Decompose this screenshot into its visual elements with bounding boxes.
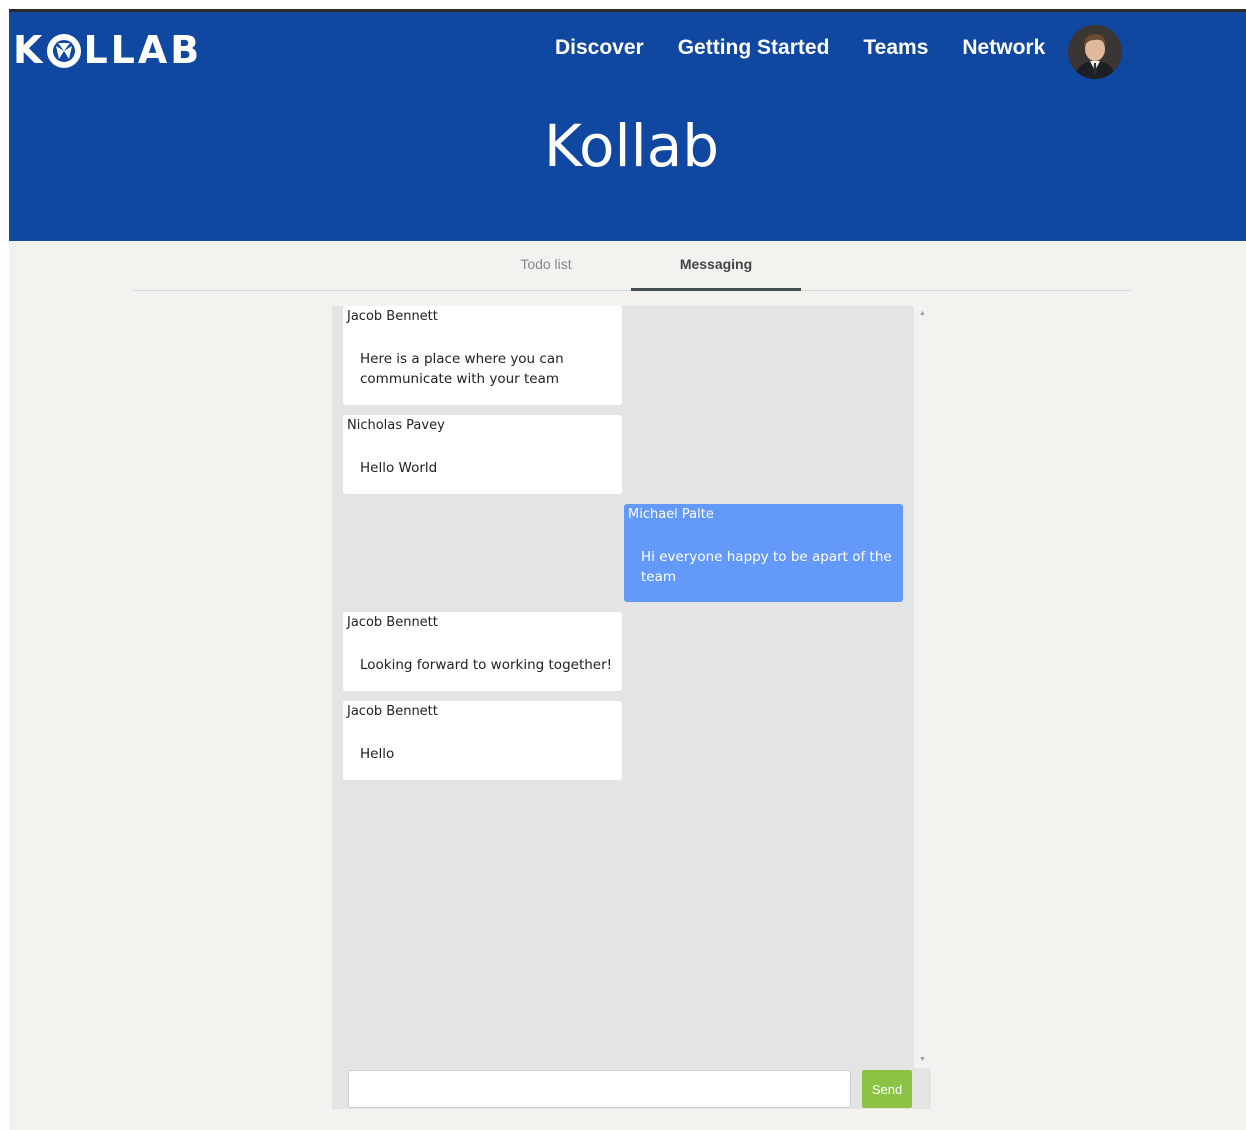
tab-messaging[interactable]: Messaging	[631, 241, 801, 291]
message-composer: Send	[332, 1068, 931, 1109]
message-scrollbar[interactable]: ▲ ▼	[914, 306, 931, 1068]
tab-bar: Todo list Messaging	[133, 241, 1131, 291]
message-sender: Michael Palte	[628, 507, 714, 522]
message-sender: Nicholas Pavey	[347, 418, 445, 433]
message-text: Here is a place where you can communicat…	[360, 351, 564, 387]
message-sender: Jacob Bennett	[347, 615, 438, 630]
message-item-own: Michael Palte Hi everyone happy to be ap…	[624, 504, 903, 602]
logo-text-left: K	[13, 28, 46, 72]
logo-text-right: LLAB	[83, 28, 203, 72]
message-item: Jacob Bennett Looking forward to working…	[343, 612, 622, 691]
tab-todo-list[interactable]: Todo list	[461, 241, 631, 291]
logo[interactable]: K LLAB	[13, 28, 203, 72]
message-text: Looking forward to working together!	[360, 657, 613, 673]
user-avatar[interactable]	[1068, 25, 1122, 79]
nav-getting-started[interactable]: Getting Started	[678, 36, 830, 60]
chat-panel: Jacob Bennett Here is a place where you …	[332, 306, 931, 1109]
header: K LLAB Discover Getting Started Teams Ne…	[9, 12, 1246, 241]
page-title: Kollab	[543, 112, 720, 180]
message-sender: Jacob Bennett	[347, 704, 438, 719]
message-item: Nicholas Pavey Hello World	[343, 415, 622, 494]
message-text: Hello	[360, 746, 395, 762]
nav-network[interactable]: Network	[962, 36, 1045, 60]
scroll-up-arrow-icon[interactable]: ▲	[914, 307, 931, 321]
main-nav: Discover Getting Started Teams Network	[555, 36, 1079, 60]
message-input[interactable]	[348, 1070, 851, 1108]
user-portrait-icon	[1068, 25, 1122, 79]
message-text: Hello World	[360, 460, 438, 476]
send-button[interactable]: Send	[862, 1070, 912, 1108]
nav-teams[interactable]: Teams	[863, 36, 928, 60]
message-text: Hi everyone happy to be apart of the tea…	[641, 549, 892, 585]
message-item: Jacob Bennett Here is a place where you …	[343, 306, 622, 405]
message-list[interactable]: Jacob Bennett Here is a place where you …	[332, 306, 914, 1068]
logo-globe-icon	[47, 33, 82, 68]
message-item: Jacob Bennett Hello	[343, 701, 622, 780]
scroll-down-arrow-icon[interactable]: ▼	[914, 1053, 931, 1067]
app-frame: K LLAB Discover Getting Started Teams Ne…	[9, 9, 1246, 1130]
nav-discover[interactable]: Discover	[555, 36, 644, 60]
message-sender: Jacob Bennett	[347, 309, 438, 324]
